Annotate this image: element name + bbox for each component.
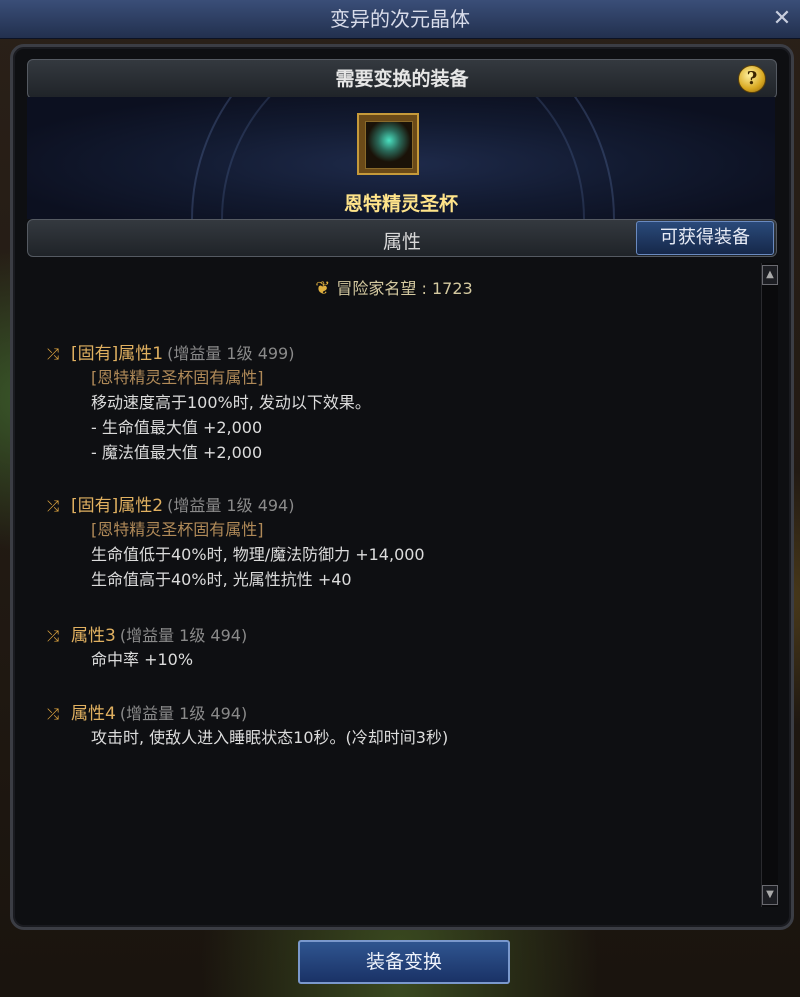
attribute-line: 命中率 +10%	[91, 650, 194, 669]
attribute-block-4: ⤮ 属性4 (增益量 1级 494) 攻击时, 使敌人进入睡眠状态10秒。(冷却时间…	[47, 699, 448, 750]
equipment-slot[interactable]	[357, 113, 419, 175]
section-header-equipment: 需要变换的装备 ?	[27, 59, 777, 99]
attribute-name: [固有]属性2	[71, 496, 164, 516]
window-title: 变异的次元晶体	[330, 7, 470, 31]
crystal-dialog: 需要变换的装备 ? 恩特精灵圣杯 属性 可获得装备 ❦ 冒险家名望 : 1723 …	[10, 44, 794, 930]
properties-header: 属性 可获得装备	[27, 219, 777, 257]
window-titlebar: 变异的次元晶体 ✕	[0, 0, 800, 39]
attribute-line: - 魔法值最大值 +2,000	[91, 443, 263, 462]
equipment-name: 恩特精灵圣杯	[343, 193, 458, 215]
properties-title: 属性	[382, 231, 421, 253]
attribute-line: 生命值高于40%时, 光属性抗性 +40	[91, 570, 352, 589]
reputation-value: 1723	[431, 279, 473, 298]
shuffle-icon: ⤮	[47, 705, 60, 723]
attribute-line: 攻击时, 使敌人进入睡眠状态10秒。(冷却时间3秒)	[91, 728, 449, 747]
grail-icon	[365, 121, 413, 169]
equipment-transform-button[interactable]: 装备变换	[298, 940, 510, 984]
attribute-info: (增益量 1级 494)	[119, 626, 248, 645]
attribute-name: 属性4	[71, 704, 116, 724]
attribute-tag: [恩特精灵圣杯固有属性]	[91, 520, 264, 539]
attribute-block-2: ⤮ [固有]属性2 (增益量 1级 494) [恩特精灵圣杯固有属性] 生命值低于4…	[47, 491, 425, 592]
attribute-name: [固有]属性1	[71, 344, 164, 364]
attribute-info: (增益量 1级 494)	[119, 704, 248, 723]
obtainable-equipment-button[interactable]: 可获得装备	[636, 221, 774, 255]
section-title: 需要变换的装备	[335, 68, 469, 90]
reputation-icon: ❦	[315, 278, 331, 299]
attribute-line: 生命值低于40%时, 物理/魔法防御力 +14,000	[91, 545, 425, 564]
attribute-block-1: ⤮ [固有]属性1 (增益量 1级 499) [恩特精灵圣杯固有属性] 移动速度高于…	[47, 339, 371, 465]
attribute-line: - 生命值最大值 +2,000	[91, 418, 263, 437]
attribute-name: 属性3	[71, 626, 116, 646]
help-icon[interactable]: ?	[738, 65, 766, 93]
reputation-label: 冒险家名望	[336, 279, 417, 298]
scroll-down-icon[interactable]: ▼	[762, 885, 778, 905]
attribute-tag: [恩特精灵圣杯固有属性]	[91, 368, 264, 387]
shuffle-icon: ⤮	[47, 627, 60, 645]
reputation-row: ❦ 冒险家名望 : 1723	[315, 278, 473, 299]
attribute-block-3: ⤮ 属性3 (增益量 1级 494) 命中率 +10%	[47, 621, 247, 672]
attribute-list: ❦ 冒险家名望 : 1723 ⤮ [固有]属性1 (增益量 1级 499) [恩特精灵…	[27, 259, 761, 909]
attribute-info: (增益量 1级 499)	[167, 344, 295, 363]
attribute-line: 移动速度高于100%时, 发动以下效果。	[91, 393, 371, 412]
close-icon[interactable]: ✕	[770, 0, 794, 38]
scroll-up-icon[interactable]: ▲	[762, 265, 778, 285]
shuffle-icon: ⤮	[47, 345, 60, 363]
shuffle-icon: ⤮	[47, 497, 60, 515]
scrollbar[interactable]: ▲ ▼	[761, 263, 778, 907]
attribute-info: (增益量 1级 494)	[167, 496, 295, 515]
